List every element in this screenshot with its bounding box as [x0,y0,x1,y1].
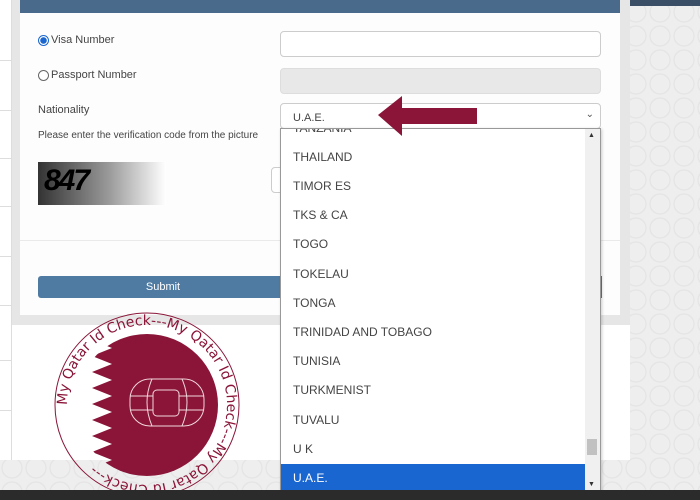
dropdown-option-selected[interactable]: U.A.E. [281,464,586,491]
scroll-up-icon[interactable]: ▲ [588,132,595,139]
dropdown-option[interactable]: TURKMENIST [281,376,586,405]
passport-number-label: Passport Number [51,69,137,81]
dropdown-option[interactable]: TKS & CA [281,201,586,230]
dropdown-option[interactable]: TRINIDAD AND TOBAGO [281,318,586,347]
captcha-prompt: Please enter the verification code from … [38,130,259,141]
dropdown-option[interactable]: TONGA [281,289,586,318]
scrollbar-thumb[interactable] [587,439,597,455]
captcha-code: 847 [44,164,90,197]
visa-number-input[interactable] [280,31,601,57]
dropdown-option[interactable]: TUVALU [281,406,586,435]
chevron-down-icon: ⌄ [585,109,594,120]
submit-button[interactable]: Submit [38,276,288,298]
scroll-down-icon[interactable]: ▼ [588,481,595,488]
my-qatar-id-check-watermark-logo: My Qatar Id Check---My Qatar Id Check---… [54,312,240,498]
dropdown-option[interactable]: THAILAND [281,143,586,172]
visa-number-label: Visa Number [51,34,115,46]
taskbar [0,490,700,500]
arrow-pointer-icon [378,96,477,136]
nationality-dropdown-list[interactable]: TANZANIA THAILAND TIMOR ES TKS & CA TOGO… [280,128,601,492]
background-table [0,0,12,460]
modal-header [20,0,620,13]
dropdown-option[interactable]: TOKELAU [281,260,586,289]
visa-number-radio[interactable] [38,35,49,46]
captcha-image: 847 [38,162,166,205]
nationality-label: Nationality [38,104,90,116]
nationality-value: U.A.E. [293,112,325,124]
passport-number-input [280,68,601,94]
dropdown-option[interactable]: U K [281,435,586,464]
passport-number-radio[interactable] [38,70,49,81]
dropdown-scrollbar[interactable]: ▲ ▼ [585,129,600,491]
dropdown-option[interactable]: TOGO [281,230,586,259]
dropdown-option[interactable]: TIMOR ES [281,172,586,201]
dropdown-option[interactable]: TUNISIA [281,347,586,376]
